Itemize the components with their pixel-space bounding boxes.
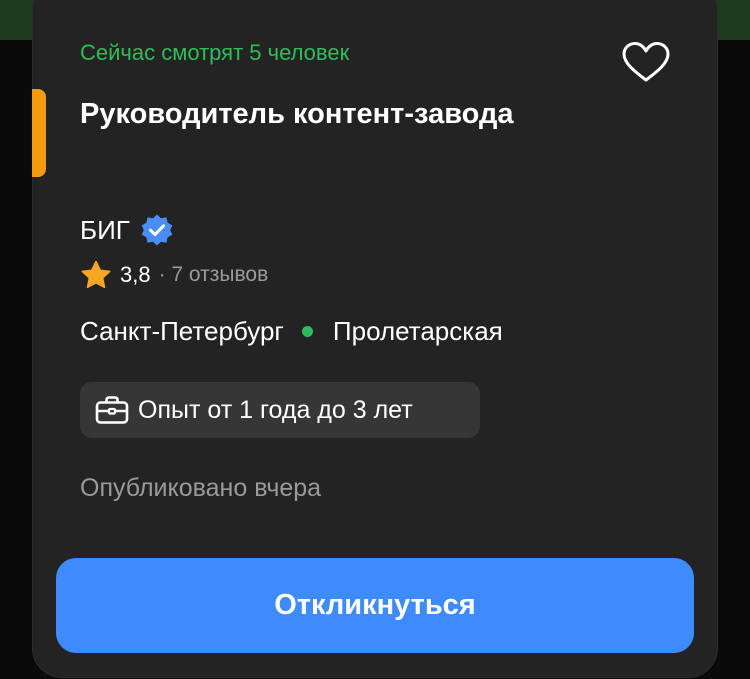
heart-outline-icon (622, 42, 670, 82)
company-name[interactable]: БИГ (80, 215, 130, 246)
briefcase-icon (95, 396, 129, 424)
highlight-accent-bar (32, 89, 46, 177)
verified-badge-icon (141, 214, 173, 246)
apply-button[interactable]: Откликнуться (56, 558, 694, 653)
published-date: Опубликовано вчера (80, 474, 322, 502)
rating-row[interactable]: 3,8 · 7 отзывов (80, 258, 268, 292)
city-name: Санкт-Петербург (80, 315, 284, 346)
company-row: БИГ (80, 212, 174, 248)
metro-dot-icon (301, 325, 313, 337)
experience-chip: Опыт от 1 года до 3 лет (80, 382, 480, 438)
rating-value: 3,8 (120, 262, 151, 287)
experience-text: Опыт от 1 года до 3 лет (138, 395, 413, 424)
reviews-count: · 7 отзывов (158, 263, 269, 286)
location-row: Санкт-Петербург Пролетарская (80, 312, 503, 350)
star-icon (81, 260, 111, 289)
metro-station: Пролетарская (332, 315, 503, 346)
vacancy-title[interactable]: Руководитель контент-завода (80, 93, 520, 135)
favorite-button[interactable] (620, 40, 672, 84)
viewers-count: Сейчас смотрят 5 человек (80, 40, 350, 65)
